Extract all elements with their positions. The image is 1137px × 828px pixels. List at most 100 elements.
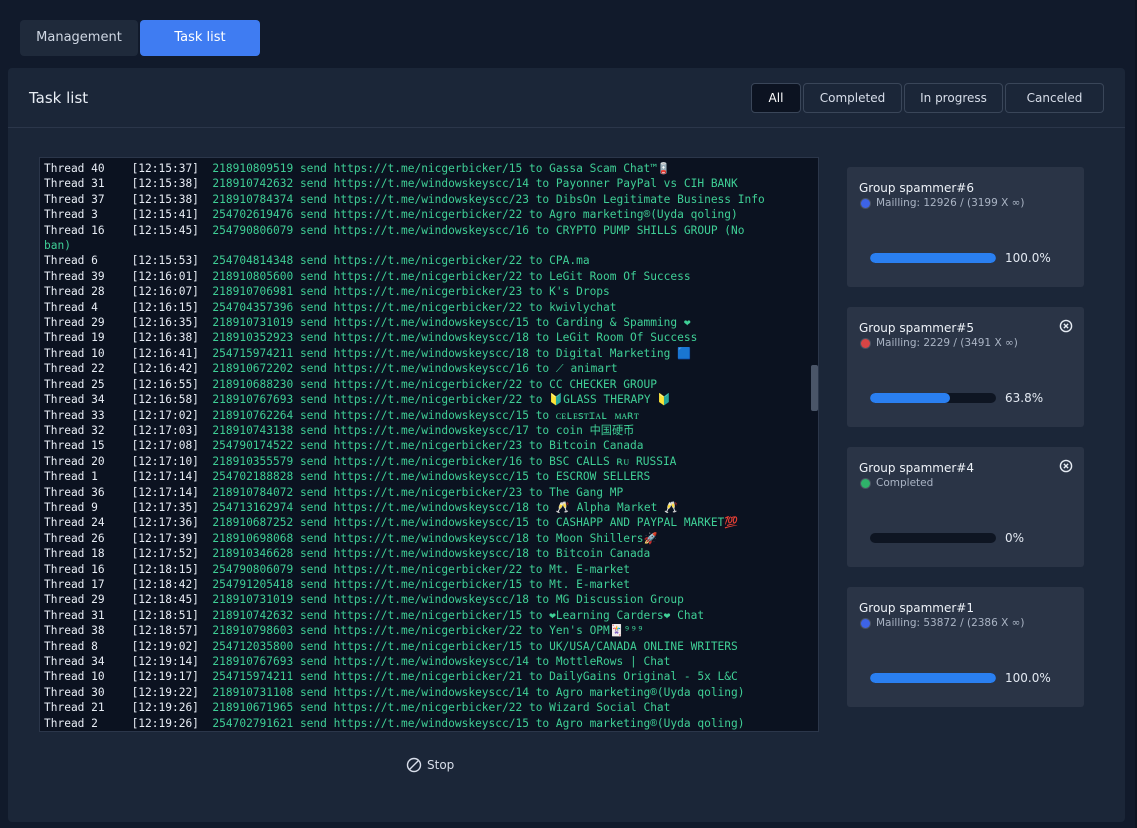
- log-line: Thread 16 [12:15:45] 254790806079 send h…: [44, 223, 818, 238]
- log-message: 254702188828 send https://t.me/windowske…: [212, 470, 651, 484]
- log-thread: Thread 31: [44, 608, 132, 622]
- log-line: Thread 25 [12:16:55] 218910688230 send h…: [44, 377, 818, 392]
- log-thread: Thread 25: [44, 377, 132, 391]
- log-message: 218910805600 send https://t.me/nicgerbic…: [212, 269, 691, 283]
- log-time: [12:17:02]: [131, 408, 213, 422]
- log-thread: Thread 6: [44, 254, 132, 268]
- log-time: [12:16:42]: [131, 362, 213, 376]
- log-line: Thread 3 [12:15:41] 254702619476 send ht…: [44, 207, 818, 222]
- log-line: Thread 31 [12:18:51] 218910742632 send h…: [44, 608, 818, 623]
- log-thread: Thread 15: [44, 439, 132, 453]
- log-message: 254791205418 send https://t.me/nicgerbic…: [212, 577, 630, 591]
- task-cards: Group spammer#6 Mailling: 12926 / (3199 X…: [847, 167, 1084, 727]
- log-thread: Thread 26: [44, 531, 132, 545]
- log-message: 218910767693 send https://t.me/windowske…: [212, 655, 671, 668]
- log-thread: Thread 33: [44, 408, 132, 422]
- log-message: 218910742632 send https://t.me/windowske…: [212, 177, 738, 191]
- log-line: Thread 20 [12:17:10] 218910355579 send h…: [44, 454, 818, 469]
- task-card-status: Mailling: 2229 / (3491 X ∞): [861, 337, 1018, 349]
- log-thread: Thread 22: [44, 362, 132, 376]
- task-card-status-text: Completed: [876, 477, 934, 489]
- log-message: ban): [44, 239, 71, 253]
- status-dot-icon: [861, 338, 870, 348]
- status-filters: All Completed In progress Canceled: [749, 83, 1104, 113]
- log-time: [12:18:57]: [131, 624, 213, 638]
- log-line: Thread 21 [12:19:26] 218910671965 send h…: [44, 700, 818, 715]
- filter-in-progress[interactable]: In progress: [904, 83, 1003, 113]
- log-time: [12:15:45]: [131, 223, 213, 237]
- log-console[interactable]: Thread 40 [12:15:37] 218910809519 send h…: [39, 157, 819, 732]
- log-message: 254790806079 send https://t.me/windowske…: [212, 223, 745, 237]
- status-dot-icon: [861, 478, 870, 488]
- log-line: Thread 4 [12:16:15] 254704357396 send ht…: [44, 300, 818, 315]
- task-card: Group spammer#4 Completed 0%: [847, 447, 1084, 567]
- close-circle-icon[interactable]: [1059, 459, 1073, 473]
- panel-header: Task list All Completed In progress Canc…: [8, 68, 1125, 128]
- log-message: 218910706981 send https://t.me/nicgerbic…: [212, 285, 610, 299]
- tab-task-list[interactable]: Task list: [140, 20, 260, 56]
- log-thread: Thread 21: [44, 701, 132, 715]
- task-card-title: Group spammer#4: [859, 461, 974, 475]
- log-message: 218910767693 send https://t.me/nicgerbic…: [212, 393, 672, 407]
- progress-bar: [870, 253, 996, 263]
- log-thread: Thread 17: [44, 577, 132, 591]
- log-message: 254790174522 send https://t.me/nicgerbic…: [212, 439, 644, 453]
- log-thread: Thread 29: [44, 593, 132, 607]
- log-time: [12:19:26]: [131, 716, 213, 730]
- close-circle-icon[interactable]: [1059, 319, 1073, 333]
- stop-icon: [406, 757, 422, 773]
- log-line: Thread 29 [12:18:45] 218910731019 send h…: [44, 592, 818, 607]
- log-line: Thread 39 [12:16:01] 218910805600 send h…: [44, 269, 818, 284]
- log-scrollbar[interactable]: [811, 365, 818, 411]
- log-time: [12:16:35]: [131, 316, 213, 330]
- log-time: [12:19:17]: [131, 670, 213, 684]
- log-thread: Thread 29: [44, 316, 132, 330]
- log-time: [12:18:42]: [131, 577, 213, 591]
- log-thread: Thread 16: [44, 562, 132, 576]
- log-time: [12:17:03]: [131, 423, 213, 437]
- log-message: 218910352923 send https://t.me/windowske…: [212, 331, 698, 345]
- log-line: Thread 10 [12:16:41] 254715974211 send h…: [44, 346, 818, 361]
- filter-all[interactable]: All: [751, 83, 801, 113]
- log-message: 254790806079 send https://t.me/nicgerbic…: [212, 562, 630, 576]
- log-thread: Thread 1: [44, 470, 132, 484]
- stop-button[interactable]: Stop: [406, 757, 454, 773]
- task-card-title: Group spammer#1: [859, 601, 974, 615]
- log-line: Thread 16 [12:18:15] 254790806079 send h…: [44, 562, 818, 577]
- filter-completed[interactable]: Completed: [803, 83, 902, 113]
- log-line: Thread 8 [12:19:02] 254712035800 send ht…: [44, 639, 818, 654]
- filter-canceled[interactable]: Canceled: [1005, 83, 1104, 113]
- log-message: 254715974211 send https://t.me/nicgerbic…: [212, 670, 738, 684]
- log-thread: Thread 34: [44, 655, 132, 668]
- status-dot-icon: [861, 618, 870, 628]
- log-message: 254715974211 send https://t.me/windowske…: [212, 346, 692, 360]
- task-card-title: Group spammer#5: [859, 321, 974, 335]
- log-line: ban): [44, 238, 818, 253]
- log-message: 218910731019 send https://t.me/windowske…: [212, 316, 691, 330]
- log-time: [12:15:53]: [131, 254, 213, 268]
- top-tabs: Management Task list: [20, 20, 262, 56]
- log-time: [12:16:07]: [131, 285, 213, 299]
- log-thread: Thread 3: [44, 208, 132, 222]
- progress-percent: 0%: [1005, 531, 1025, 545]
- log-time: [12:15:41]: [131, 208, 213, 222]
- log-line: Thread 26 [12:17:39] 218910698068 send h…: [44, 531, 818, 546]
- log-line: Thread 15 [12:17:08] 254790174522 send h…: [44, 438, 818, 453]
- log-thread: Thread 2: [44, 716, 132, 730]
- log-line: Thread 10 [12:19:17] 254715974211 send h…: [44, 669, 818, 684]
- log-line: Thread 9 [12:17:35] 254713162974 send ht…: [44, 500, 818, 515]
- log-line: Thread 33 [12:17:02] 218910762264 send h…: [44, 408, 818, 423]
- log-line: Thread 1 [12:17:14] 254702188828 send ht…: [44, 469, 818, 484]
- log-message: 218910743138 send https://t.me/windowske…: [212, 423, 635, 437]
- log-thread: Thread 32: [44, 423, 132, 437]
- log-message: 254713162974 send https://t.me/windowske…: [212, 500, 679, 514]
- log-thread: Thread 19: [44, 331, 132, 345]
- tab-management[interactable]: Management: [20, 20, 138, 56]
- log-time: [12:18:15]: [131, 562, 213, 576]
- log-message: 218910672202 send https://t.me/windowske…: [212, 362, 618, 376]
- log-message: 218910688230 send https://t.me/nicgerbic…: [212, 377, 657, 391]
- log-line: Thread 19 [12:16:38] 218910352923 send h…: [44, 330, 818, 345]
- log-thread: Thread 20: [44, 454, 132, 468]
- log-time: [12:17:36]: [131, 516, 213, 530]
- log-time: [12:18:45]: [131, 593, 213, 607]
